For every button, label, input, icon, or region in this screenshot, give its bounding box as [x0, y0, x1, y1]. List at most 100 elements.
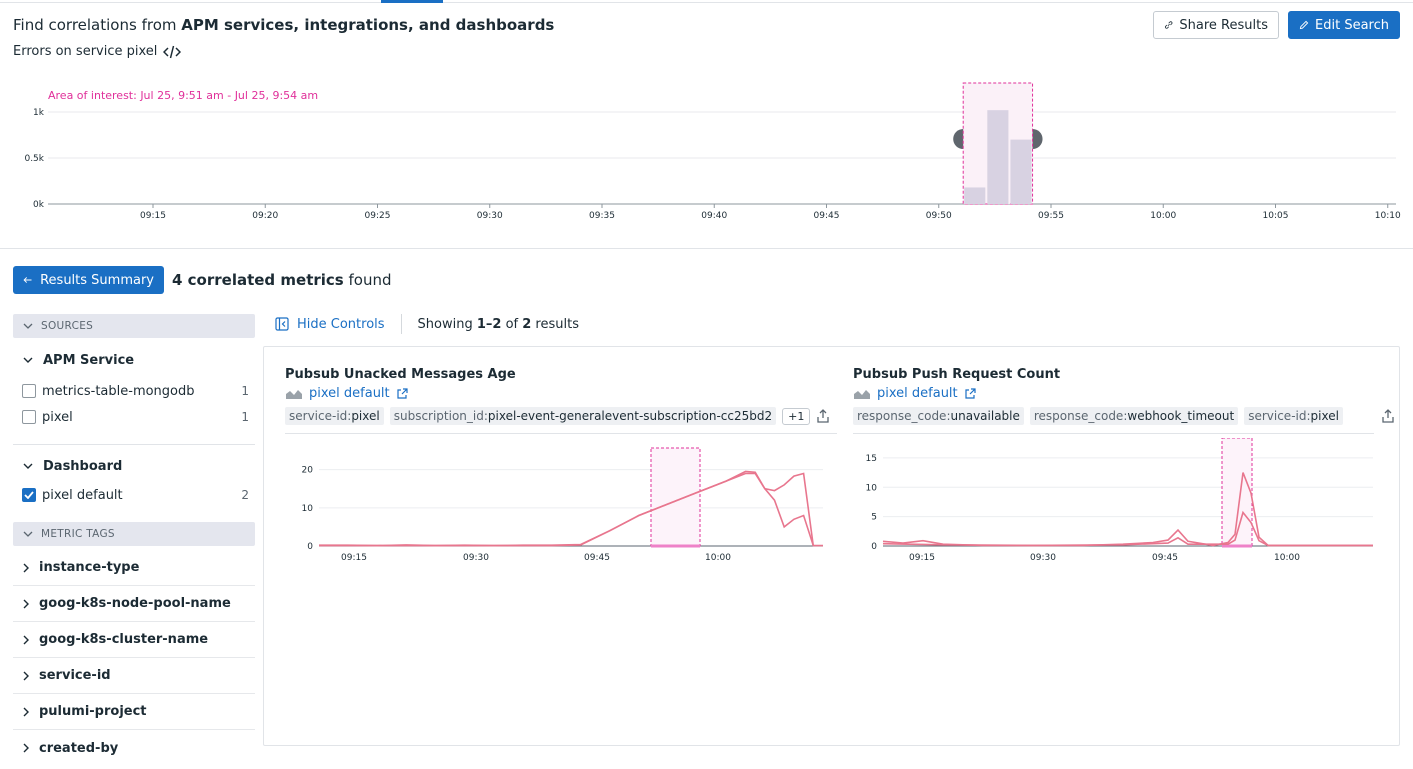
share-results-button[interactable]: Share Results [1153, 11, 1279, 39]
results-controls-bar: Hide Controls Showing 1–2 of 2 results [275, 313, 579, 335]
x-tick-label: 09:15 [140, 211, 166, 221]
area-of-interest-box [650, 447, 701, 547]
correlated-count-text: 4 correlated metrics found [172, 271, 392, 289]
hide-controls-button[interactable]: Hide Controls [275, 317, 385, 332]
more-tags-button[interactable]: +1 [782, 407, 811, 425]
filter-pixel-default[interactable]: pixel default 2 [13, 482, 255, 508]
series-line [882, 510, 1373, 547]
x-tick-label: 09:45 [814, 211, 840, 221]
filter-metrics-table-mongodb[interactable]: metrics-table-mongodb 1 [13, 378, 255, 404]
results-panel: Pubsub Unacked Messages Age pixel defaul… [263, 346, 1400, 746]
metric-line-chart[interactable]: 20 10 0 09:15 09:30 09:45 10:00 [285, 438, 837, 578]
tag-created-by[interactable]: created-by [13, 730, 255, 766]
chevron-right-icon [23, 707, 29, 716]
area-of-interest-box [1221, 438, 1253, 547]
edit-search-label: Edit Search [1315, 17, 1389, 33]
x-tick-label: 09:35 [589, 211, 615, 221]
chevron-right-icon [23, 671, 29, 680]
tag-instance-type[interactable]: instance-type [13, 550, 255, 586]
chevron-right-icon [23, 635, 29, 644]
tag-label: pulumi-project [39, 704, 147, 719]
tag-chip: response_code:unavailable [853, 407, 1024, 425]
metric-tags-section-header[interactable]: METRIC TAGS [13, 522, 255, 546]
chevron-down-icon [23, 531, 33, 537]
results-summary-label: Results Summary [40, 272, 154, 288]
x-tick-label: 09:20 [252, 211, 278, 221]
tag-pulumi-project[interactable]: pulumi-project [13, 694, 255, 730]
edit-search-button[interactable]: Edit Search [1288, 11, 1400, 39]
x-tick-label: 10:00 [705, 553, 731, 563]
y-tick-label: 0.5k [24, 154, 44, 164]
tag-goog-k8s-node-pool-name[interactable]: goog-k8s-node-pool-name [13, 586, 255, 622]
chevron-right-icon [23, 743, 29, 753]
series-line [319, 472, 823, 547]
tag-label: created-by [39, 740, 119, 756]
x-tick-label: 09:30 [477, 211, 503, 221]
checkbox[interactable] [22, 410, 36, 424]
filter-label: pixel default [42, 487, 123, 503]
tag-label: service-id [39, 668, 111, 683]
tag-goog-k8s-cluster-name[interactable]: goog-k8s-cluster-name [13, 622, 255, 658]
sources-label: SOURCES [41, 320, 94, 332]
subtitle-text: Errors on service pixel [13, 44, 158, 59]
export-icon[interactable] [1381, 409, 1395, 423]
dashboard-source-link[interactable]: pixel default [285, 386, 837, 401]
code-icon[interactable] [163, 45, 182, 59]
series-line [882, 472, 1373, 547]
sources-section-header[interactable]: SOURCES [13, 314, 255, 338]
filter-label: metrics-table-mongodb [42, 383, 195, 399]
tag-chip: subscription_id:pixel-event-generalevent… [389, 407, 777, 425]
x-tick-label: 10:00 [1274, 553, 1300, 563]
apm-service-title: APM Service [43, 352, 135, 368]
section-divider [0, 248, 1413, 249]
dashboard-source-label: pixel default [309, 386, 390, 401]
metric-tags-label: METRIC TAGS [41, 528, 115, 540]
filter-label: pixel [42, 409, 73, 425]
results-summary-button[interactable]: Results Summary [13, 266, 164, 294]
collapse-panel-icon [275, 317, 289, 331]
y-tick-label: 1k [33, 108, 45, 118]
metric-tags: service-id:pixel subscription_id:pixel-e… [285, 405, 837, 427]
dashboard-group[interactable]: Dashboard [13, 454, 255, 478]
filter-sidebar: SOURCES APM Service metrics-table-mongod… [13, 314, 255, 766]
showing-results-text: Showing 1–2 of 2 results [417, 316, 579, 332]
tag-service-id[interactable]: service-id [13, 658, 255, 694]
pencil-icon [1299, 20, 1309, 30]
chevron-right-icon [23, 563, 29, 572]
tag-chip: service-id:pixel [285, 407, 384, 425]
x-tick-label: 10:10 [1375, 211, 1401, 221]
export-icon[interactable] [816, 409, 830, 423]
tag-label: goog-k8s-node-pool-name [39, 596, 231, 611]
dashboard-title: Dashboard [43, 458, 123, 474]
error-count-bar [964, 187, 986, 204]
x-tick-label: 09:45 [1152, 553, 1178, 563]
chevron-down-icon [23, 357, 33, 363]
share-results-label: Share Results [1179, 17, 1268, 33]
y-tick-label: 20 [302, 466, 314, 476]
tag-chip: service-id:pixel [1244, 407, 1343, 425]
top-border [0, 2, 1413, 3]
x-tick-label: 09:55 [1038, 211, 1064, 221]
divider [400, 314, 402, 334]
checkbox-checked[interactable] [22, 488, 36, 502]
metric-title: Pubsub Push Request Count [853, 367, 1061, 382]
dashboard-source-link[interactable]: pixel default [853, 386, 1405, 401]
filter-pixel[interactable]: pixel 1 [13, 404, 255, 430]
x-tick-label: 09:30 [463, 553, 489, 563]
errors-timeline-chart[interactable]: 1k 0.5k 0k 09:15 09:20 09:25 09:30 09:35 09:40 09… [0, 76, 1413, 236]
error-count-bar [1010, 139, 1032, 204]
error-count-bar [987, 110, 1009, 204]
metric-card: Pubsub Unacked Messages Age pixel defaul… [285, 367, 837, 607]
arrow-left-icon [23, 277, 32, 283]
apm-service-group[interactable]: APM Service [13, 348, 255, 372]
chevron-right-icon [23, 599, 29, 608]
y-tick-label: 0 [871, 542, 877, 552]
filter-count: 2 [241, 488, 249, 502]
divider [285, 433, 837, 434]
y-tick-label: 15 [866, 454, 877, 464]
y-tick-label: 5 [871, 513, 877, 523]
metric-line-chart[interactable]: 15 10 5 0 09:15 09:30 09:45 10:00 [853, 438, 1383, 578]
x-tick-label: 09:30 [1030, 553, 1056, 563]
checkbox[interactable] [22, 384, 36, 398]
external-link-icon [397, 387, 408, 399]
